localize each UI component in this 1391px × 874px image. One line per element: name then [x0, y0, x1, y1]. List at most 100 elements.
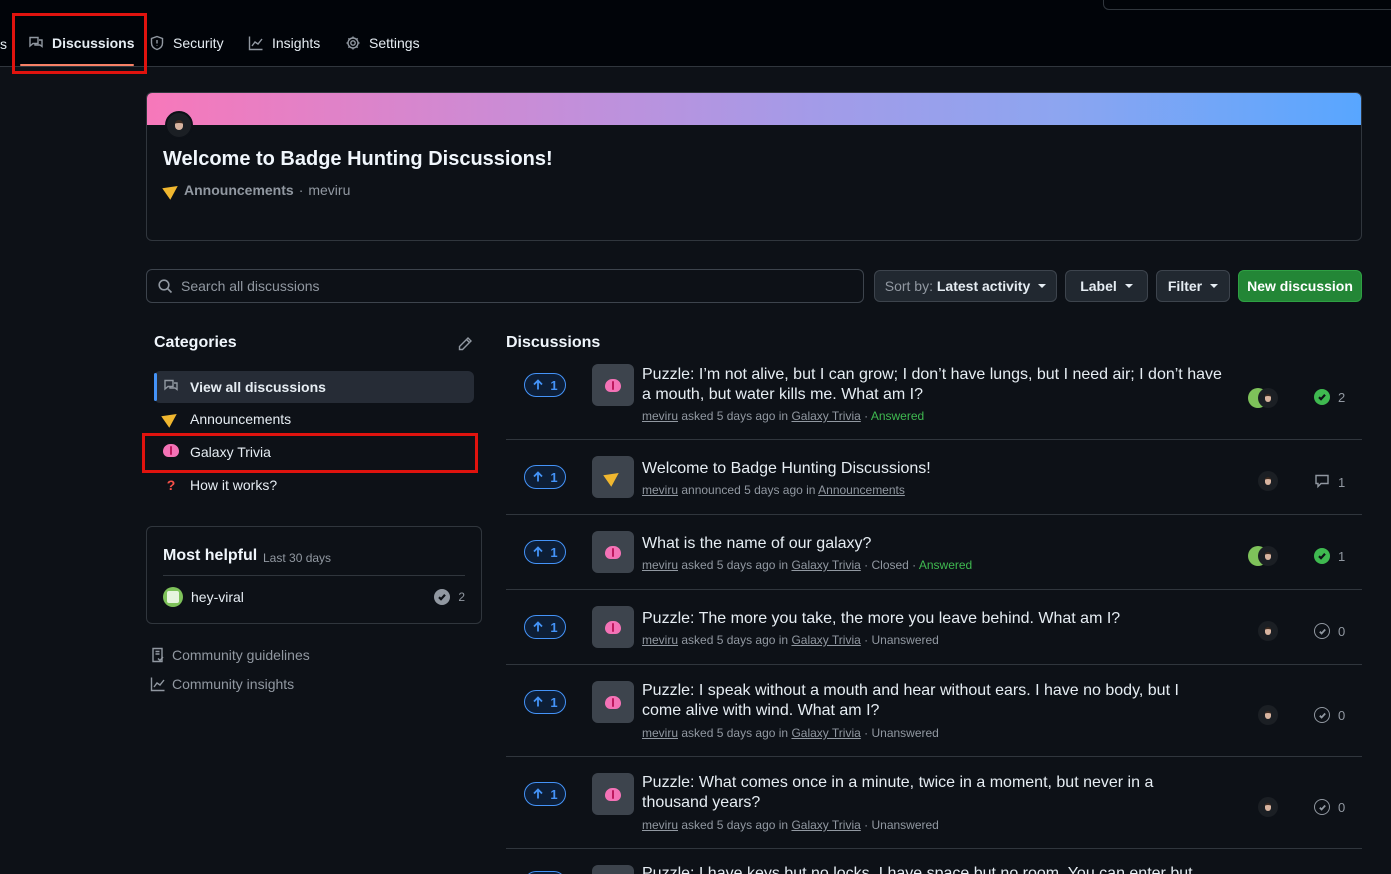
community-guidelines-link[interactable]: Community guidelines: [150, 647, 310, 663]
banner-category[interactable]: Announcements: [184, 182, 294, 198]
discussion-meta: meviru asked 5 days ago in Galaxy Trivia…: [642, 633, 939, 647]
meta-verb: asked 5 days ago in: [681, 558, 789, 572]
helpful-user[interactable]: hey-viral: [163, 587, 244, 607]
global-search-box[interactable]: [1103, 0, 1391, 10]
meta-verb: asked 5 days ago in: [681, 633, 789, 647]
sort-value: Latest activity: [936, 278, 1031, 294]
upvote-button[interactable]: 1: [524, 373, 566, 397]
helpful-username: hey-viral: [191, 589, 244, 605]
category-how-it-works[interactable]: ? How it works?: [154, 469, 474, 501]
author-link[interactable]: meviru: [642, 633, 678, 647]
community-insights-link[interactable]: Community insights: [150, 676, 294, 692]
edit-categories-button[interactable]: [457, 336, 473, 352]
new-discussion-button[interactable]: New discussion: [1238, 270, 1362, 302]
category-view-all[interactable]: View all discussions: [154, 371, 474, 403]
count-value: 0: [1338, 707, 1346, 723]
discussion-title[interactable]: What is the name of our galaxy?: [642, 534, 1222, 554]
category-label: How it works?: [190, 477, 278, 493]
book-icon: [152, 647, 164, 663]
status-badge: Answered: [918, 558, 973, 572]
participant-avatar[interactable]: [1258, 705, 1278, 725]
check-circle-icon: [1314, 548, 1330, 564]
highlight-box-galaxy-trivia: [142, 433, 478, 473]
upvote-button[interactable]: 1: [524, 540, 566, 564]
discussion-row[interactable]: 1 What is the name of our galaxy? meviru…: [506, 515, 1362, 590]
welcome-banner[interactable]: Welcome to Badge Hunting Discussions! An…: [146, 92, 1362, 241]
check-circle-icon: [434, 589, 451, 605]
answer-count: 0: [1314, 799, 1345, 815]
count-value: 2: [1338, 389, 1346, 405]
category-label: Announcements: [190, 411, 292, 427]
discussion-row[interactable]: 1 Puzzle: The more you take, the more yo…: [506, 590, 1362, 665]
count-value: 1: [1338, 548, 1346, 564]
category-link[interactable]: Galaxy Trivia: [791, 558, 860, 572]
tab-insights[interactable]: Insights: [248, 32, 320, 54]
discussion-row[interactable]: Puzzle: I have keys but no locks. I have…: [506, 849, 1362, 874]
upvote-button[interactable]: 1: [524, 690, 566, 714]
discussion-title[interactable]: Puzzle: I’m not alive, but I can grow; I…: [642, 365, 1222, 405]
discussion-row[interactable]: 1 Puzzle: What comes once in a minute, t…: [506, 757, 1362, 849]
discussion-meta: meviru asked 5 days ago in Galaxy Trivia…: [642, 818, 939, 832]
discussion-title[interactable]: Puzzle: I have keys but no locks. I have…: [642, 864, 1222, 874]
author-link[interactable]: meviru: [642, 483, 678, 497]
comment-icon: [1314, 473, 1330, 492]
category-announcements[interactable]: Announcements: [154, 403, 474, 435]
category-link[interactable]: Galaxy Trivia: [791, 409, 860, 423]
answer-count: 0: [1314, 707, 1345, 723]
author-avatar[interactable]: [165, 111, 193, 139]
vote-count: 1: [550, 694, 558, 710]
discussion-meta: meviru asked 5 days ago in Galaxy Trivia…: [642, 409, 925, 423]
count-value: 0: [1338, 623, 1346, 639]
discussion-title[interactable]: Puzzle: The more you take, the more you …: [642, 609, 1222, 629]
tab-label: Settings: [369, 35, 420, 51]
sort-dropdown-button[interactable]: Sort by: Latest activity: [874, 270, 1057, 302]
category-link[interactable]: Galaxy Trivia: [791, 726, 860, 740]
meta-verb: asked 5 days ago in: [681, 818, 789, 832]
discussion-title[interactable]: Welcome to Badge Hunting Discussions!: [642, 459, 1222, 479]
filter-dropdown-button[interactable]: Filter: [1156, 270, 1230, 302]
participant-avatar[interactable]: [1258, 621, 1278, 641]
helpful-answer-count: 2: [434, 589, 465, 605]
discussion-title[interactable]: Puzzle: I speak without a mouth and hear…: [642, 681, 1222, 721]
upvote-button[interactable]: 1: [524, 615, 566, 639]
tab-settings[interactable]: Settings: [345, 32, 420, 54]
brain-icon: [605, 787, 621, 801]
participant-avatar[interactable]: [1258, 797, 1278, 817]
author-link[interactable]: meviru: [642, 726, 678, 740]
author-link[interactable]: meviru: [642, 818, 678, 832]
discussion-meta: meviru asked 5 days ago in Galaxy Trivia…: [642, 558, 973, 572]
participant-avatar[interactable]: [1258, 388, 1278, 408]
answer-count: 0: [1314, 623, 1345, 639]
upvote-button[interactable]: 1: [524, 782, 566, 806]
participant-avatar[interactable]: [1258, 471, 1278, 491]
search-input[interactable]: Search all discussions: [146, 269, 864, 303]
category-link[interactable]: Announcements: [818, 483, 905, 497]
category-tile: [592, 531, 634, 573]
banner-title[interactable]: Welcome to Badge Hunting Discussions!: [163, 148, 553, 171]
discussion-row[interactable]: 1 Puzzle: I speak without a mouth and he…: [506, 665, 1362, 757]
check-circle-outline-icon: [1314, 799, 1330, 815]
author-link[interactable]: meviru: [642, 558, 678, 572]
upvote-button[interactable]: 1: [524, 465, 566, 489]
participant-avatar[interactable]: [1258, 546, 1278, 566]
highlight-box-discussions-tab: [12, 13, 147, 74]
tab-security[interactable]: Security: [149, 32, 224, 54]
category-tile: [592, 681, 634, 723]
banner-author[interactable]: meviru: [308, 182, 350, 198]
status-badge: Unanswered: [871, 726, 939, 740]
discussion-row[interactable]: 1 Puzzle: I’m not alive, but I can grow;…: [506, 356, 1362, 440]
filter-button-text: Filter: [1167, 278, 1203, 294]
tab-label: Insights: [272, 35, 321, 51]
banner-gradient: [147, 93, 1361, 125]
truncated-tab-label[interactable]: s: [0, 36, 7, 52]
author-link[interactable]: meviru: [642, 409, 678, 423]
arrow-up-icon: [533, 471, 544, 482]
category-link[interactable]: Galaxy Trivia: [791, 633, 860, 647]
answer-count: 1: [1314, 548, 1345, 564]
discussion-row[interactable]: 1 Welcome to Badge Hunting Discussions! …: [506, 440, 1362, 515]
vote-count: 1: [550, 786, 558, 802]
label-dropdown-button[interactable]: Label: [1065, 270, 1148, 302]
answer-count: 2: [1314, 389, 1345, 405]
discussion-title[interactable]: Puzzle: What comes once in a minute, twi…: [642, 773, 1222, 813]
category-link[interactable]: Galaxy Trivia: [791, 818, 860, 832]
